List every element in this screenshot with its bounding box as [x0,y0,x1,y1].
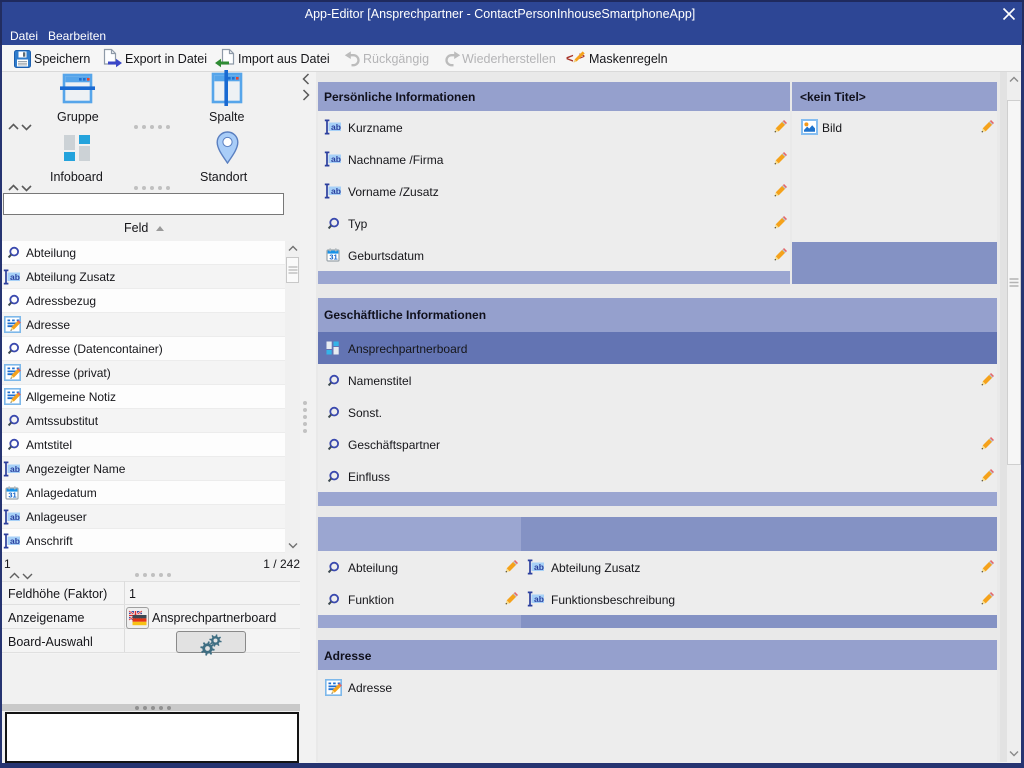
svg-text:ab: ab [10,464,20,474]
svg-text:ab: ab [10,512,20,522]
svg-text:ab: ab [331,186,341,196]
svg-text:ab: ab [534,562,544,572]
svg-text:ab: ab [534,594,544,604]
svg-text:ab: ab [331,154,341,164]
svg-text:ab: ab [10,536,20,546]
svg-text:31: 31 [329,253,337,262]
svg-text:ab: ab [10,272,20,282]
svg-text:ab: ab [331,122,341,132]
svg-text:<: < [566,51,574,66]
svg-text:31: 31 [8,491,16,500]
